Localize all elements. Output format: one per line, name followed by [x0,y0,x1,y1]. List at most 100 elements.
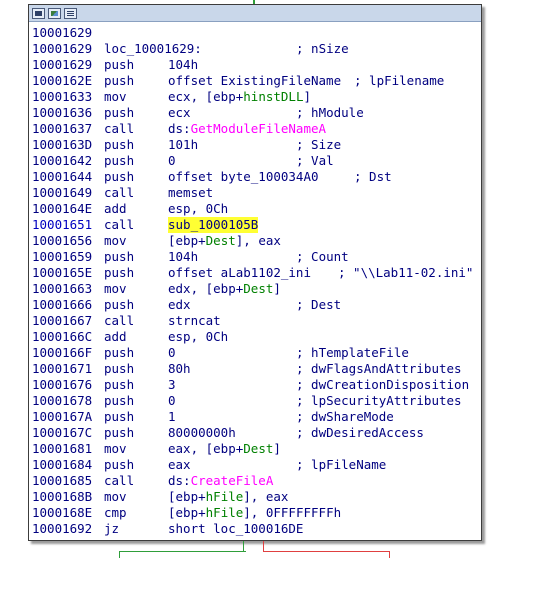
mnemonic: add [104,329,127,344]
address: 10001678 [32,393,93,408]
label[interactable]: loc_10001629: [104,41,202,57]
asm-line[interactable]: 10001671 push 80h ; dwFlagsAndAttributes [32,361,481,377]
asm-line[interactable]: 10001678 push 0 ; lpSecurityAttributes [32,393,481,409]
address: 10001644 [32,169,93,184]
asm-line[interactable]: 10001684 push eax ; lpFileName [32,457,481,473]
address: 10001692 [32,521,93,536]
address: 1000165E [32,265,93,280]
mnemonic: call [104,185,135,200]
highlighted-call-target[interactable]: sub_1000105B [168,217,259,233]
asm-line[interactable]: 1000167C push 80000000h ; dwDesiredAcces… [32,425,481,441]
mnemonic: call [104,121,135,136]
asm-line[interactable]: 10001637 call ds:GetModuleFileNameA [32,121,481,137]
asm-line[interactable]: 1000166C add esp, 0Ch [32,329,481,345]
stack-var-Dest[interactable]: Dest [206,233,236,248]
comment: ; Dst [354,169,392,184]
comment: ; Val [296,153,334,168]
mnemonic: push [104,153,135,168]
mnemonic: call [104,473,135,488]
operand: 104h [168,249,199,264]
import-GetModuleFileNameA[interactable]: GetModuleFileNameA [191,121,326,136]
asm-line[interactable]: 1000163D push 101h ; Size [32,137,481,153]
address: 1000167C [32,425,93,440]
address: 1000166F [32,345,93,360]
asm-line[interactable]: 10001667 call strncat [32,313,481,329]
asm-line[interactable]: 10001636 push ecx ; hModule [32,105,481,121]
jump-target[interactable]: short loc_100016DE [168,521,303,537]
comment: ; nSize [296,41,349,56]
address: 10001633 [32,89,93,104]
comment: ; "\\Lab11-02.ini" [338,265,474,280]
address: 10001666 [32,297,93,312]
operand: [ebp+Dest], eax [168,233,281,248]
address: 10001629 [32,57,93,72]
comment: ; Count [296,249,349,264]
mnemonic: push [104,249,135,264]
asm-line[interactable]: 10001651 call sub_1000105B [32,217,481,233]
asm-line[interactable]: 10001644 push offset byte_100034A0 ; Dst [32,169,481,185]
mnemonic: push [104,425,135,440]
operand: [ebp+hFile], eax [168,489,289,504]
operand[interactable]: memset [168,185,213,201]
asm-line[interactable]: 1000168E cmp [ebp+hFile], 0FFFFFFFFh [32,505,481,521]
comment: ; lpSecurityAttributes [296,393,462,408]
operand: 1 [168,409,176,424]
address: 10001649 [32,185,93,200]
mnemonic: push [104,169,135,184]
asm-line[interactable]: 10001663 mov edx, [ebp+Dest] [32,281,481,297]
stack-var-Dest[interactable]: Dest [243,281,273,296]
asm-line[interactable]: 10001659 push 104h ; Count [32,249,481,265]
stack-var-hFile[interactable]: hFile [206,505,244,520]
comment: ; Dest [296,297,342,312]
asm-line[interactable]: 1000168B mov [ebp+hFile], eax [32,489,481,505]
asm-line[interactable]: 10001666 push edx ; Dest [32,297,481,313]
comment: ; dwDesiredAccess [296,425,424,440]
window-icon[interactable] [32,7,45,19]
address: 10001637 [32,121,93,136]
operand[interactable]: strncat [168,313,221,329]
graph-view-icon[interactable] [48,7,61,19]
asm-line[interactable]: 1000167A push 1 ; dwShareMode [32,409,481,425]
asm-line[interactable]: 10001692 jz short loc_100016DE [32,521,481,537]
asm-line[interactable]: 10001629 push 104h [32,57,481,73]
address: 1000162E [32,73,93,88]
address: 10001636 [32,105,93,120]
stack-var-hFile[interactable]: hFile [206,489,244,504]
mnemonic: push [104,409,135,424]
address: 1000168E [32,505,93,520]
asm-line[interactable]: 10001649 call memset [32,185,481,201]
asm-line[interactable]: 10001676 push 3 ; dwCreationDisposition [32,377,481,393]
asm-line[interactable]: 10001656 mov [ebp+Dest], eax [32,233,481,249]
disassembly-listing[interactable]: 10001629 10001629 loc_10001629: ; nSize … [32,25,481,537]
asm-line[interactable]: 10001629 loc_10001629: ; nSize [32,41,481,57]
asm-line[interactable]: 1000162E push offset ExistingFileName ; … [32,73,481,89]
asm-line[interactable]: 10001633 mov ecx, [ebp+hinstDLL] [32,89,481,105]
asm-line[interactable]: 1000165E push offset aLab1102_ini ; "\\L… [32,265,481,281]
asm-line[interactable]: 10001629 [32,25,481,41]
asm-line[interactable]: 1000164E add esp, 0Ch [32,201,481,217]
node-titlebar[interactable] [29,5,481,22]
operand: esp, 0Ch [168,201,229,216]
asm-line[interactable]: 10001642 push 0 ; Val [32,153,481,169]
text-view-icon[interactable] [64,7,77,19]
operand: 0 [168,345,176,360]
stack-var-Dest[interactable]: Dest [243,441,273,456]
import-CreateFileA[interactable]: CreateFileA [191,473,274,488]
operand[interactable]: offset aLab1102_ini [168,265,311,281]
asm-line[interactable]: 10001681 mov eax, [ebp+Dest] [32,441,481,457]
stack-var-hinstDLL[interactable]: hinstDLL [243,89,303,104]
address: 10001685 [32,473,93,488]
operand: esp, 0Ch [168,329,229,344]
address: 10001629 [32,41,93,56]
basic-block-node[interactable]: 10001629 10001629 loc_10001629: ; nSize … [28,4,482,541]
operand: ecx, [ebp+hinstDLL] [168,89,312,104]
asm-line[interactable]: 10001685 call ds:CreateFileA [32,473,481,489]
operand[interactable]: offset ExistingFileName [168,73,341,89]
operand: edx, [ebp+Dest] [168,281,281,296]
operand: edx [168,297,191,312]
operand: 3 [168,377,176,392]
mnemonic: push [104,457,135,472]
asm-line[interactable]: 1000166F push 0 ; hTemplateFile [32,345,481,361]
address: 10001663 [32,281,93,296]
operand[interactable]: offset byte_100034A0 [168,169,319,185]
